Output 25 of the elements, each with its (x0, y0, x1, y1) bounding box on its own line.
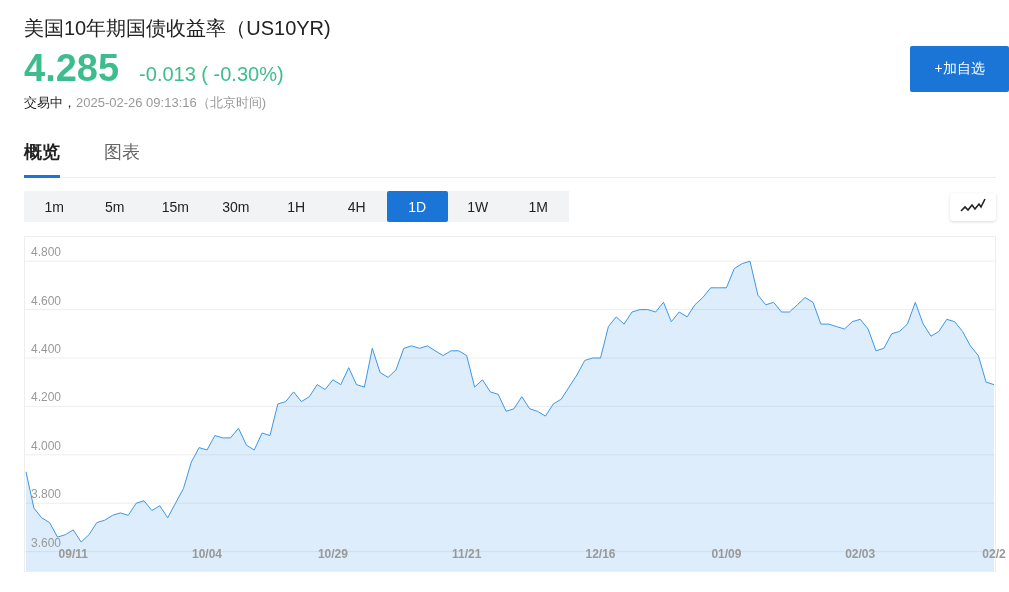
tab[interactable]: 概览 (24, 132, 60, 178)
quote-title: 美国10年期国债收益率（US10YR) (24, 16, 331, 41)
x-axis-label: 02/03 (845, 547, 876, 561)
add-watchlist-button[interactable]: +加自选 (910, 46, 1009, 92)
x-axis-label: 09/11 (58, 547, 88, 561)
trading-status: 交易中， (24, 94, 76, 112)
timestamp: 2025-02-26 09:13:16（北京时间) (76, 94, 267, 112)
price: 4.285 (24, 46, 120, 90)
x-axis-label: 10/29 (317, 547, 348, 561)
chart-type-button[interactable] (950, 192, 996, 221)
y-axis-label: 4.200 (31, 390, 62, 405)
y-axis-label: 4.400 (31, 342, 62, 356)
x-axis-label: 01/09 (711, 547, 742, 561)
tab[interactable]: 图表 (104, 132, 140, 178)
x-axis-label: 02/2 (982, 547, 1006, 561)
y-axis-label: 3.800 (31, 487, 62, 502)
y-axis-label: 3.600 (31, 535, 62, 550)
price-change: -0.013 ( -0.30%) (139, 63, 284, 86)
interval-button[interactable]: 1D (387, 191, 448, 222)
x-axis-label: 10/04 (192, 547, 222, 561)
y-axis-label: 4.600 (31, 293, 62, 308)
x-axis-label: 11/21 (452, 547, 482, 561)
x-axis-label: 12/16 (585, 547, 616, 561)
y-axis-label: 4.800 (31, 245, 62, 260)
y-axis-label: 4.000 (31, 438, 62, 453)
